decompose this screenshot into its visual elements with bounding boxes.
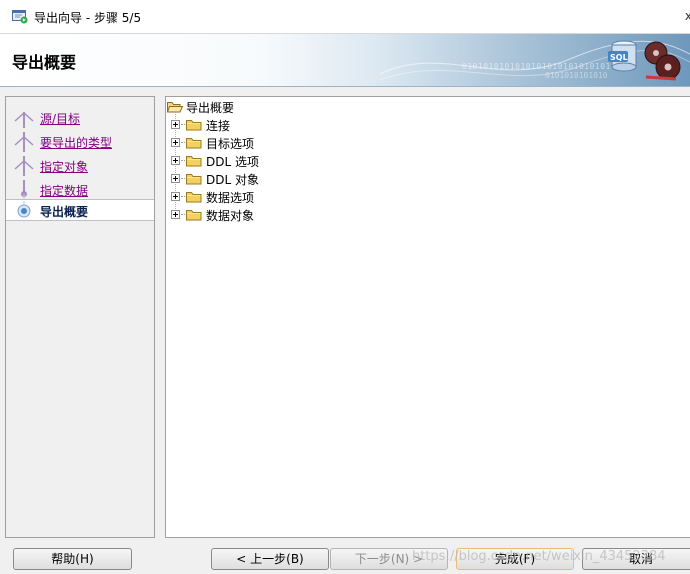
title-bar: 导出向导 - 步骤 5/5 x [0,0,690,34]
step-done-node-icon [14,156,34,176]
folder-icon [186,156,202,167]
summary-tree[interactable]: 导出概要 连接 目标选项 DDL 选项 DDL 对象 数据选项 数据对象 [165,96,690,538]
tree-item-label: 数据选项 [206,191,255,205]
folder-icon [186,138,202,149]
export-wizard-app-icon [12,10,28,24]
wizard-steps-pane: 源/目标 要导出的类型 指定对象 指定数据 导出概要 [5,96,155,538]
tree-connector [181,160,185,161]
step-label: 源/目标 [40,112,81,126]
window-close-button[interactable]: x [685,9,690,23]
tree-connector [181,214,185,215]
folder-icon [186,120,202,131]
step-specify-data[interactable]: 指定数据 [6,179,154,201]
step-done-node-icon [14,132,34,152]
tree-connector [181,196,185,197]
tree-root-label: 导出概要 [186,101,235,115]
step-label: 导出概要 [40,205,89,219]
folder-icon [186,192,202,203]
page-heading: 导出概要 [12,53,77,72]
step-source-target[interactable]: 源/目标 [6,107,154,129]
next-button[interactable]: 下一步(N) > [330,548,448,570]
expand-plus-icon[interactable] [171,192,180,201]
tree-item-label: 连接 [206,119,231,133]
tree-connector [181,124,185,125]
expand-plus-icon[interactable] [171,174,180,183]
step-done-node-icon [21,180,27,200]
banner-binary-text-2: 0101010101010 [545,71,608,80]
expand-plus-icon[interactable] [171,120,180,129]
step-current-node-icon [17,201,31,218]
step-done-node-icon [14,111,34,128]
step-label: 指定数据 [40,184,89,198]
tree-connector [181,142,185,143]
expand-plus-icon[interactable] [171,210,180,219]
finish-button[interactable]: 完成(F) [456,548,574,570]
tree-item-label: 目标选项 [206,137,255,151]
wizard-banner: 导出概要 0101010101010101010101010101 010101… [0,34,690,87]
svg-text:SQL: SQL [610,53,628,62]
back-button[interactable]: < 上一步(B) [211,548,329,570]
folder-icon [186,174,202,185]
folder-icon [186,210,202,221]
sql-database-icon: SQL [608,40,681,81]
banner-binary-text: 0101010101010101010101010101 [462,62,611,71]
step-label: 要导出的类型 [40,136,113,150]
tree-item-label: 数据对象 [206,209,255,223]
expand-plus-icon[interactable] [171,138,180,147]
cancel-button[interactable]: 取消 [582,548,690,570]
tree-item-label: DDL 对象 [206,173,259,187]
tree-connector [181,178,185,179]
step-specify-objects[interactable]: 指定对象 [6,155,154,177]
window-title: 导出向导 - 步骤 5/5 [34,11,142,25]
step-types-to-export[interactable]: 要导出的类型 [6,131,154,153]
step-export-summary[interactable]: 导出概要 [6,199,154,221]
tree-item-label: DDL 选项 [206,155,259,169]
help-button[interactable]: 帮助(H) [13,548,132,570]
step-label: 指定对象 [40,160,89,174]
expand-plus-icon[interactable] [171,156,180,165]
